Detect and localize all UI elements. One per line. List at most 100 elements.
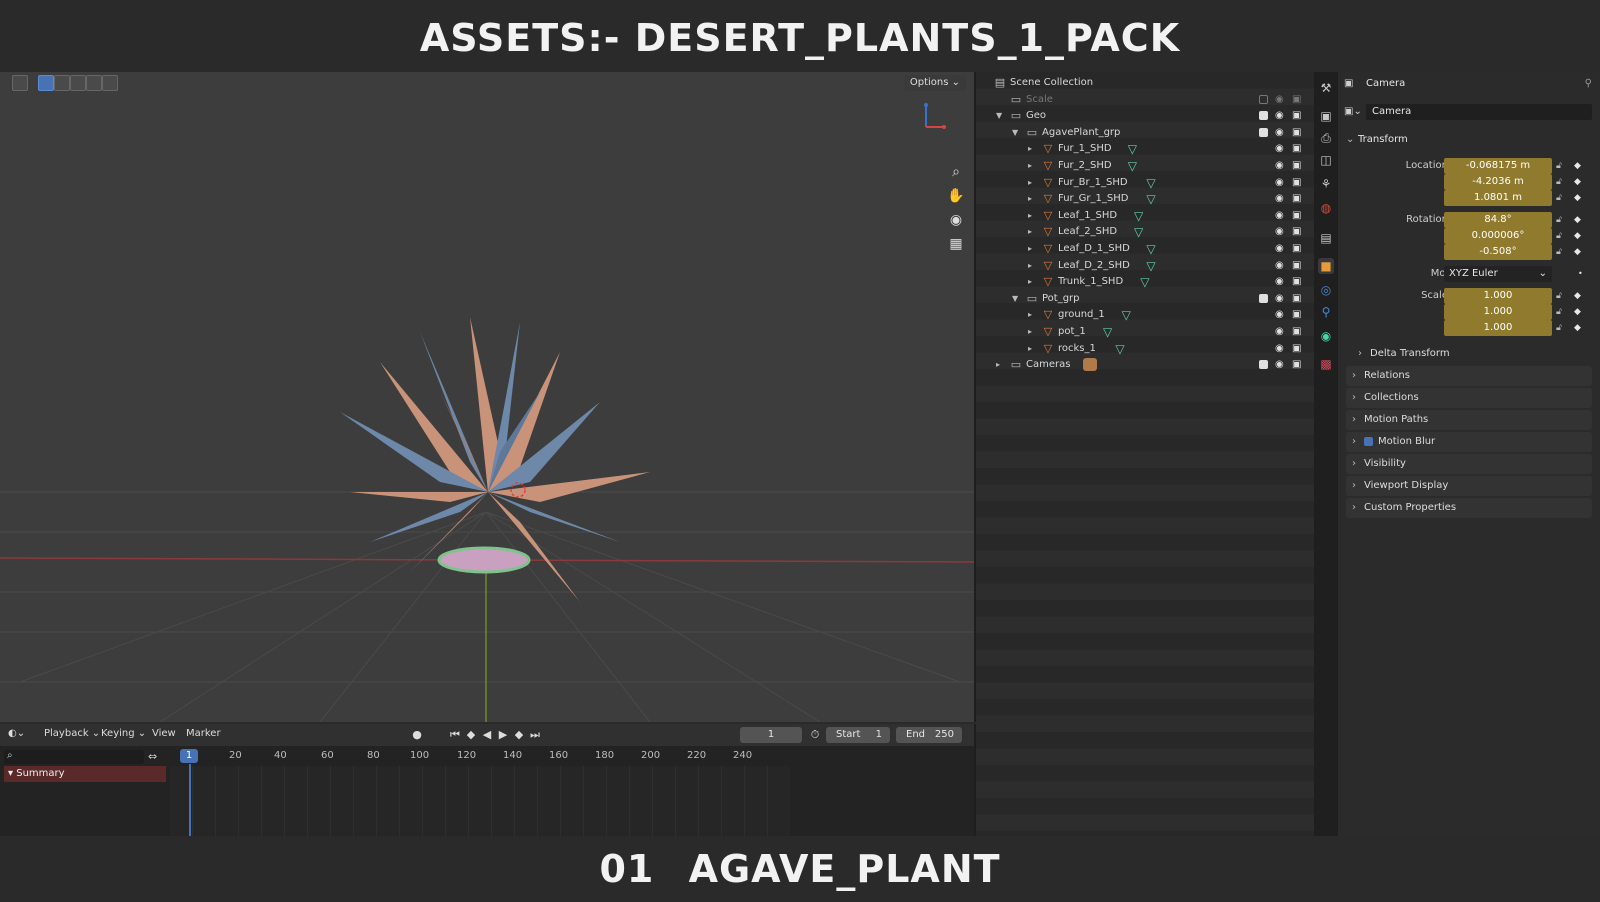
panel-collections[interactable]: › Collections	[1346, 388, 1592, 408]
expand-right-icon[interactable]: ▸	[1028, 191, 1032, 207]
record-icon[interactable]: ●	[410, 728, 424, 742]
next-keyframe-icon[interactable]: ◆	[512, 728, 526, 742]
lock-icon[interactable]: 🔓︎	[1556, 318, 1562, 338]
render-camera-icon[interactable]: ▣	[1292, 357, 1301, 373]
outliner-row[interactable]: ▸ ▽ Fur_Br_1_SHD ▽ ◉ ▣	[976, 175, 1314, 191]
expand-right-icon[interactable]: ▸	[1028, 208, 1032, 224]
timeline-editor[interactable]: ◐⌄ Playback ⌄ Keying ⌄ View Marker ● ⏮ ◆…	[0, 724, 976, 836]
expand-right-icon[interactable]: ▸	[1028, 175, 1032, 191]
object-tab-icon[interactable]: ■	[1318, 258, 1334, 274]
eye-icon[interactable]: ◉	[1275, 158, 1284, 174]
eye-icon[interactable]: ◉	[1275, 92, 1284, 108]
exclude-checkbox[interactable]	[1259, 293, 1268, 303]
outliner-row[interactable]: ▼ ▭ Geo ◉ ▣	[976, 108, 1314, 124]
keyframe-icon[interactable]: ◆	[1574, 188, 1581, 208]
marker-menu[interactable]: Marker	[186, 728, 221, 739]
current-frame-indicator[interactable]: 1	[180, 749, 198, 763]
outliner-row[interactable]: ▸ ▽ Fur_2_SHD ▽ ◉ ▣	[976, 158, 1314, 174]
eye-icon[interactable]: ◉	[1275, 175, 1284, 191]
panel-custom-properties[interactable]: › Custom Properties	[1346, 498, 1592, 518]
outliner-row[interactable]: ▸ ▭ Cameras ◉ ▣	[976, 357, 1314, 373]
render-camera-icon[interactable]: ▣	[1292, 274, 1301, 290]
expand-down-icon[interactable]: ▼	[1012, 291, 1018, 307]
render-camera-icon[interactable]: ▣	[1292, 141, 1301, 157]
start-frame-field[interactable]: Start 1	[826, 727, 890, 743]
output-tab-icon[interactable]: ⎙	[1318, 130, 1334, 146]
mesh-data-icon[interactable]: ▽	[1146, 258, 1155, 274]
object-name-field[interactable]: Camera	[1366, 104, 1592, 120]
outliner-row[interactable]: ▸ ▽ Leaf_D_1_SHD ▽ ◉ ▣	[976, 241, 1314, 257]
mesh-data-icon[interactable]: ▽	[1146, 241, 1155, 257]
outliner-row[interactable]: ▸ ▽ Leaf_2_SHD ▽ ◉ ▣	[976, 224, 1314, 240]
eye-icon[interactable]: ◉	[1275, 324, 1284, 340]
rotation-mode-select[interactable]: XYZ Euler ⌄	[1444, 266, 1552, 282]
timeline-search-input[interactable]: ⌕	[4, 750, 144, 764]
eye-icon[interactable]: ◉	[1275, 307, 1284, 323]
zoom-icon[interactable]: ⌕	[944, 162, 968, 182]
outliner-row[interactable]: ▸ ▽ Leaf_D_2_SHD ▽ ◉ ▣	[976, 258, 1314, 274]
exclude-checkbox[interactable]	[1259, 94, 1268, 104]
world-tab-icon[interactable]: ◍	[1318, 200, 1334, 216]
panel-relations[interactable]: › Relations	[1346, 366, 1592, 386]
select-subtract-icon[interactable]	[70, 75, 86, 91]
rotation-z-field[interactable]: -0.508°	[1444, 244, 1552, 260]
texture-tab-icon[interactable]: ▩	[1318, 356, 1334, 372]
eye-icon[interactable]: ◉	[1275, 241, 1284, 257]
expand-right-icon[interactable]: ▸	[996, 357, 1000, 373]
outliner[interactable]: ▤ Scene Collection ▭ Scale ◉ ▣ ▼ ▭ Geo ◉ ▣ ▼ ▭ AgaveP…	[976, 72, 1314, 836]
render-camera-icon[interactable]: ▣	[1292, 324, 1301, 340]
physics-tab-icon[interactable]: ◎	[1318, 282, 1334, 298]
play-icon[interactable]: ▶	[496, 728, 510, 742]
stopwatch-icon[interactable]: ⏱	[808, 728, 822, 742]
dopesheet-area[interactable]	[170, 766, 790, 836]
prev-keyframe-icon[interactable]: ◆	[464, 728, 478, 742]
frame-ruler[interactable]: 1 20 40 60 80 100 120 140 160 180 200 22…	[170, 748, 800, 764]
outliner-row[interactable]: ▤ Scene Collection	[976, 75, 1314, 91]
summary-channel[interactable]: ▾ Summary	[4, 766, 166, 782]
eye-icon[interactable]: ◉	[1275, 191, 1284, 207]
expand-right-icon[interactable]: ▸	[1028, 224, 1032, 240]
transform-panel-header[interactable]: ⌄ Transform	[1338, 130, 1600, 150]
play-reverse-icon[interactable]: ◀	[480, 728, 494, 742]
keyframe-icon[interactable]: ◆	[1574, 318, 1581, 338]
scale-z-field[interactable]: 1.000	[1444, 320, 1552, 336]
jump-end-icon[interactable]: ⏭	[528, 728, 542, 742]
eye-icon[interactable]: ◉	[1275, 258, 1284, 274]
lock-icon[interactable]: 🔓︎	[1556, 242, 1562, 262]
outliner-row[interactable]: ▸ ▽ rocks_1 ▽ ◉ ▣	[976, 341, 1314, 357]
outliner-row[interactable]: ▸ ▽ ground_1 ▽ ◉ ▣	[976, 307, 1314, 323]
outliner-row[interactable]: ▼ ▭ Pot_grp ◉ ▣	[976, 291, 1314, 307]
expand-right-icon[interactable]: ▸	[1028, 158, 1032, 174]
mesh-data-icon[interactable]: ▽	[1146, 175, 1155, 191]
render-camera-icon[interactable]: ▣	[1292, 191, 1301, 207]
select-invert-icon[interactable]	[86, 75, 102, 91]
eye-icon[interactable]: ◉	[1275, 291, 1284, 307]
3d-viewport[interactable]: Options ⌄ ⌕ ✋ ◉ ▦	[0, 72, 976, 722]
render-camera-icon[interactable]: ▣	[1292, 307, 1301, 323]
render-camera-icon[interactable]: ▣	[1292, 125, 1301, 141]
mesh-data-icon[interactable]: ▽	[1128, 141, 1137, 157]
hand-icon[interactable]: ✋	[944, 186, 968, 206]
swap-icon[interactable]: ⇔	[148, 750, 157, 763]
lock-icon[interactable]: 🔓︎	[1556, 188, 1562, 208]
tool-tab-icon[interactable]: ⚒	[1318, 80, 1334, 96]
expand-right-icon[interactable]: ▸	[1028, 241, 1032, 257]
editor-type-icon[interactable]: ◐⌄	[8, 728, 25, 739]
exclude-checkbox[interactable]	[1259, 360, 1268, 370]
location-z-field[interactable]: 1.0801 m	[1444, 190, 1552, 206]
outliner-row[interactable]: ▸ ▽ Fur_1_SHD ▽ ◉ ▣	[976, 141, 1314, 157]
eye-icon[interactable]: ◉	[1275, 208, 1284, 224]
panel-motion-blur[interactable]: › Motion Blur	[1346, 432, 1592, 452]
expand-right-icon[interactable]: ▸	[1028, 324, 1032, 340]
render-camera-icon[interactable]: ▣	[1292, 92, 1301, 108]
eye-icon[interactable]: ◉	[1275, 141, 1284, 157]
select-tool-icon[interactable]	[12, 75, 28, 91]
eye-icon[interactable]: ◉	[1275, 357, 1284, 373]
expand-right-icon[interactable]: ▸	[1028, 307, 1032, 323]
render-camera-icon[interactable]: ▣	[1292, 158, 1301, 174]
outliner-row[interactable]: ▸ ▽ pot_1 ▽ ◉ ▣	[976, 324, 1314, 340]
render-camera-icon[interactable]: ▣	[1292, 341, 1301, 357]
data-tab-icon[interactable]: ◉	[1318, 328, 1334, 344]
mesh-data-icon[interactable]: ▽	[1115, 341, 1124, 357]
mesh-data-icon[interactable]: ▽	[1103, 324, 1112, 340]
